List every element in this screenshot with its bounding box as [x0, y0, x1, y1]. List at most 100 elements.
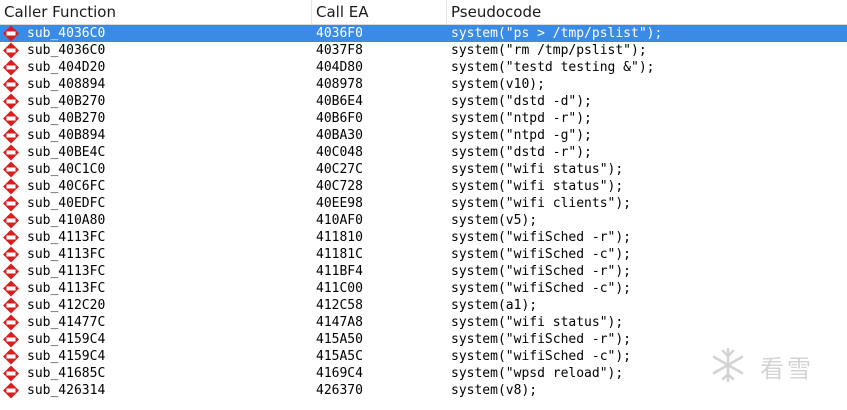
xref-diamond-icon	[3, 42, 19, 59]
call-ea-cell: 415A50	[316, 332, 363, 347]
xref-diamond-icon	[3, 195, 19, 212]
pseudocode-cell: system("testd testing &");	[451, 60, 655, 75]
pseudocode-cell: system("dstd -r");	[451, 145, 592, 160]
pseudocode-cell: system("wifi status");	[451, 315, 624, 330]
caller-function-cell: sub_4113FC	[27, 281, 106, 296]
caller-function-cell: sub_41477C	[27, 315, 106, 330]
column-header-call-ea[interactable]: Call EA	[312, 0, 447, 24]
watermark-text: 看雪	[760, 355, 814, 383]
table-row[interactable]: sub_4036C0 4036F0 system("ps > /tmp/pslist…	[0, 25, 847, 42]
xref-diamond-icon	[3, 212, 19, 229]
xref-diamond-icon	[3, 127, 19, 144]
caller-function-cell: sub_4036C0	[27, 43, 106, 58]
xref-diamond-icon	[3, 382, 19, 399]
caller-function-cell: sub_4159C4	[27, 332, 106, 347]
pseudocode-cell: system("wpsd reload");	[451, 366, 624, 381]
xref-diamond-icon	[3, 246, 19, 263]
call-ea-cell: 4169C4	[316, 366, 363, 381]
table-row[interactable]: sub_4113FC 41181C system("wifiSched -c");	[0, 246, 847, 263]
table-row[interactable]: sub_412C20 412C58 system(a1);	[0, 297, 847, 314]
pseudocode-cell: system("wifiSched -c");	[451, 247, 632, 262]
table-row[interactable]: sub_4036C0 4037F8 system("rm /tmp/pslist")…	[0, 42, 847, 59]
table-row[interactable]: sub_40B270 40B6F0 system("ntpd -r");	[0, 110, 847, 127]
xref-diamond-icon	[3, 76, 19, 93]
caller-function-cell: sub_4113FC	[27, 264, 106, 279]
pseudocode-cell: system("wifiSched -r");	[451, 230, 632, 245]
call-ea-cell: 410AF0	[316, 213, 363, 228]
table-row[interactable]: sub_404D20 404D80 system("testd testing &"…	[0, 59, 847, 76]
caller-function-cell: sub_410A80	[27, 213, 106, 228]
call-ea-cell: 41181C	[316, 247, 363, 262]
xrefs-window: Caller Function Call EA Pseudocode sub_4…	[0, 0, 847, 410]
call-ea-cell: 411BF4	[316, 264, 363, 279]
call-ea-cell: 415A5C	[316, 349, 363, 364]
table-row[interactable]: sub_40B894 40BA30 system("ntpd -g");	[0, 127, 847, 144]
xref-diamond-icon	[3, 229, 19, 246]
caller-function-cell: sub_40B894	[27, 128, 106, 143]
call-ea-cell: 40BA30	[316, 128, 363, 143]
pseudocode-cell: system("dstd -d");	[451, 94, 592, 109]
pseudocode-cell: system("ps > /tmp/pslist");	[451, 26, 663, 41]
caller-function-cell: sub_404D20	[27, 60, 106, 75]
caller-function-cell: sub_40EDFC	[27, 196, 106, 211]
call-ea-cell: 40B6E4	[316, 94, 363, 109]
pseudocode-cell: system("wifi clients");	[451, 196, 632, 211]
caller-function-cell: sub_40C6FC	[27, 179, 106, 194]
caller-function-cell: sub_4036C0	[27, 26, 106, 41]
xref-table-body: sub_4036C0 4036F0 system("ps > /tmp/pslist…	[0, 25, 847, 399]
pseudocode-cell: system("wifi status");	[451, 179, 624, 194]
call-ea-cell: 411810	[316, 230, 363, 245]
caller-function-cell: sub_4113FC	[27, 247, 106, 262]
pseudocode-cell: system(a1);	[451, 298, 538, 313]
column-header-caller[interactable]: Caller Function	[0, 0, 312, 24]
caller-function-cell: sub_4113FC	[27, 230, 106, 245]
call-ea-cell: 4147A8	[316, 315, 363, 330]
table-row[interactable]: sub_40B270 40B6E4 system("dstd -d");	[0, 93, 847, 110]
xref-diamond-icon	[3, 178, 19, 195]
call-ea-cell: 412C58	[316, 298, 363, 313]
table-row[interactable]: sub_40EDFC 40EE98 system("wifi clients");	[0, 195, 847, 212]
call-ea-cell: 40C048	[316, 145, 363, 160]
pseudocode-cell: system("wifi status");	[451, 162, 624, 177]
pseudocode-cell: system(v10);	[451, 77, 545, 92]
caller-function-cell: sub_40B270	[27, 111, 106, 126]
table-row[interactable]: sub_4113FC 411C00 system("wifiSched -c");	[0, 280, 847, 297]
caller-function-cell: sub_408894	[27, 77, 106, 92]
xref-diamond-icon	[3, 25, 19, 42]
call-ea-cell: 426370	[316, 383, 363, 398]
pseudocode-cell: system("rm /tmp/pslist");	[451, 43, 647, 58]
pseudocode-cell: system("wifiSched -c");	[451, 349, 632, 364]
call-ea-cell: 40C27C	[316, 162, 363, 177]
xref-diamond-icon	[3, 314, 19, 331]
call-ea-cell: 411C00	[316, 281, 363, 296]
table-row[interactable]: sub_40C6FC 40C728 system("wifi status");	[0, 178, 847, 195]
call-ea-cell: 404D80	[316, 60, 363, 75]
pseudocode-cell: system("ntpd -r");	[451, 111, 592, 126]
xref-diamond-icon	[3, 144, 19, 161]
table-row[interactable]: sub_40BE4C 40C048 system("dstd -r");	[0, 144, 847, 161]
call-ea-cell: 408978	[316, 77, 363, 92]
pseudocode-cell: system("wifiSched -c");	[451, 281, 632, 296]
table-row[interactable]: sub_408894 408978 system(v10);	[0, 76, 847, 93]
xref-diamond-icon	[3, 297, 19, 314]
pseudocode-cell: system(v8);	[451, 383, 538, 398]
xref-diamond-icon	[3, 161, 19, 178]
caller-function-cell: sub_4159C4	[27, 349, 106, 364]
table-row[interactable]: sub_40C1C0 40C27C system("wifi status");	[0, 161, 847, 178]
table-row[interactable]: sub_410A80 410AF0 system(v5);	[0, 212, 847, 229]
caller-function-cell: sub_41685C	[27, 366, 106, 381]
table-row[interactable]: sub_4113FC 411810 system("wifiSched -r");	[0, 229, 847, 246]
caller-function-cell: sub_40C1C0	[27, 162, 106, 177]
call-ea-cell: 40C728	[316, 179, 363, 194]
xref-diamond-icon	[3, 280, 19, 297]
xref-diamond-icon	[3, 331, 19, 348]
column-header-pseudocode[interactable]: Pseudocode	[447, 0, 847, 24]
call-ea-cell: 4037F8	[316, 43, 363, 58]
xref-diamond-icon	[3, 263, 19, 280]
xref-diamond-icon	[3, 93, 19, 110]
table-row[interactable]: sub_41477C 4147A8 system("wifi status");	[0, 314, 847, 331]
caller-function-cell: sub_426314	[27, 383, 106, 398]
caller-function-cell: sub_412C20	[27, 298, 106, 313]
table-row[interactable]: sub_4113FC 411BF4 system("wifiSched -r");	[0, 263, 847, 280]
pseudocode-cell: system(v5);	[451, 213, 538, 228]
